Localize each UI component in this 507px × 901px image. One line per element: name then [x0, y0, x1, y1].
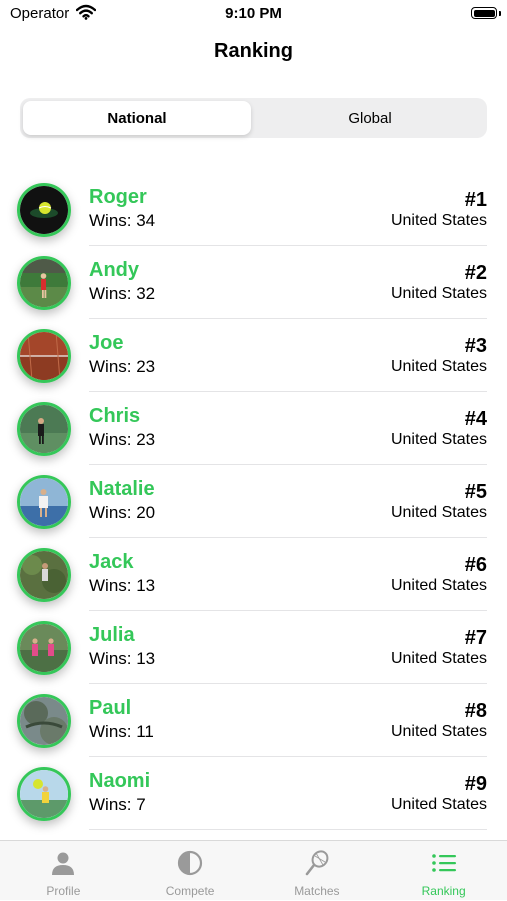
tab-profile[interactable]: Profile — [0, 841, 127, 901]
player-name: Andy — [89, 259, 139, 281]
page-title: Ranking — [214, 40, 293, 62]
player-wins: Wins: 13 — [89, 576, 156, 595]
player-name: Chris — [89, 405, 141, 427]
player-wins: Wins: 11 — [89, 722, 154, 741]
player-name: Paul — [89, 697, 132, 719]
compete-icon — [176, 849, 204, 877]
player-country: United States — [390, 796, 487, 813]
player-name: Julia — [89, 624, 135, 646]
tab-label: Matches — [294, 884, 340, 898]
tab-compete[interactable]: Compete — [127, 841, 254, 901]
player-rank: #6 — [464, 554, 487, 576]
player-avatar — [17, 183, 71, 237]
status-bar: Operator 9:10 PM — [0, 0, 507, 28]
player-row[interactable]: Andy Wins: 32 #2 United States — [0, 246, 507, 319]
player-row[interactable]: Chris Wins: 23 #4 United States — [0, 392, 507, 465]
tab-bar: Profile Compete Matches Ranking — [0, 840, 507, 900]
player-wins: Wins: 34 — [89, 211, 156, 230]
ranking-list[interactable]: Roger Wins: 34 #1 United States Andy Win… — [0, 173, 507, 840]
tab-ranking[interactable]: Ranking — [380, 841, 507, 901]
player-wins: Wins: 32 — [89, 284, 156, 303]
player-name: Naomi — [89, 770, 151, 792]
player-country: United States — [390, 577, 487, 594]
player-country: United States — [390, 431, 487, 448]
player-wins: Wins: 13 — [89, 649, 156, 668]
player-name: Jack — [89, 551, 134, 573]
battery-icon — [471, 7, 497, 19]
player-name: Natalie — [89, 478, 155, 500]
player-avatar — [17, 548, 71, 602]
player-rank: #5 — [464, 481, 487, 503]
tab-label: Ranking — [421, 884, 466, 898]
player-row[interactable]: Paul Wins: 11 #8 United States — [0, 684, 507, 757]
player-row[interactable]: Natalie Wins: 20 #5 United States — [0, 465, 507, 538]
status-time: 9:10 PM — [225, 5, 282, 22]
scope-segmented-control: National Global — [20, 98, 487, 138]
player-wins: Wins: 20 — [89, 503, 156, 522]
player-country: United States — [390, 504, 487, 521]
player-rank: #8 — [464, 700, 487, 722]
battery-cap — [499, 11, 501, 16]
tennis-racket-icon — [303, 849, 331, 877]
player-country: United States — [390, 650, 487, 667]
player-row[interactable]: Joe Wins: 23 #3 United States — [0, 319, 507, 392]
player-country: United States — [390, 285, 487, 302]
tab-label: Compete — [165, 884, 215, 898]
player-wins: Wins: 23 — [89, 430, 156, 449]
player-avatar — [17, 329, 71, 383]
player-row[interactable]: Naomi Wins: 7 #9 United States — [0, 757, 507, 830]
player-wins: Wins: 23 — [89, 357, 156, 376]
tab-matches[interactable]: Matches — [254, 841, 381, 901]
player-avatar — [17, 256, 71, 310]
player-row[interactable]: Jack Wins: 13 #6 United States — [0, 538, 507, 611]
player-country: United States — [390, 212, 487, 229]
player-avatar — [17, 621, 71, 675]
player-avatar — [17, 475, 71, 529]
player-avatar — [17, 402, 71, 456]
tab-label: Profile — [46, 884, 81, 898]
player-row[interactable]: Julia Wins: 13 #7 United States — [0, 611, 507, 684]
player-name: Joe — [89, 332, 124, 354]
list-icon — [430, 849, 458, 877]
player-rank: #1 — [464, 189, 487, 211]
player-name: Roger — [89, 186, 147, 208]
segment-national[interactable]: National — [23, 101, 251, 135]
player-avatar — [17, 767, 71, 821]
player-rank: #7 — [464, 627, 487, 649]
player-rank: #4 — [464, 408, 487, 430]
person-icon — [49, 849, 77, 877]
player-country: United States — [390, 723, 487, 740]
player-row[interactable]: Roger Wins: 34 #1 United States — [0, 173, 507, 246]
player-wins: Wins: 7 — [89, 795, 146, 814]
player-rank: #3 — [464, 335, 487, 357]
player-country: United States — [390, 358, 487, 375]
segment-global[interactable]: Global — [256, 101, 484, 135]
player-rank: #2 — [464, 262, 487, 284]
player-rank: #9 — [464, 773, 487, 795]
player-avatar — [17, 694, 71, 748]
